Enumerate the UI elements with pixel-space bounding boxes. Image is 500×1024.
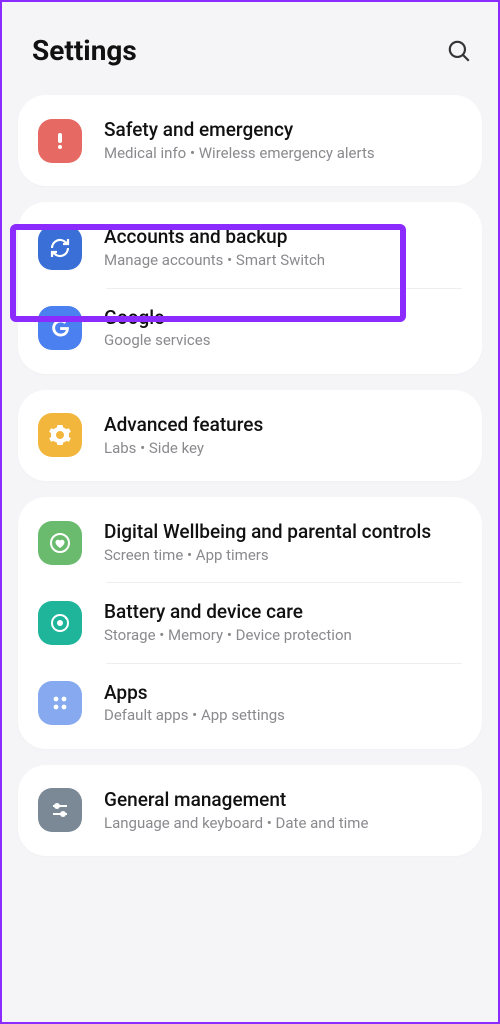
settings-item-apps[interactable]: AppsDefault apps • App settings (18, 664, 482, 743)
settings-item-subtitle: Screen time • App timers (104, 546, 462, 566)
settings-item-general[interactable]: General managementLanguage and keyboard … (18, 771, 482, 850)
gear-icon (38, 413, 82, 457)
settings-item-subtitle: Language and keyboard • Date and time (104, 814, 462, 834)
heart-icon (38, 521, 82, 565)
settings-item-title: Digital Wellbeing and parental controls (104, 520, 462, 544)
header: Settings (18, 24, 482, 95)
settings-item-subtitle: Manage accounts • Smart Switch (104, 251, 462, 271)
settings-item-title: Google (104, 306, 462, 330)
page-title: Settings (32, 34, 137, 67)
settings-item-title: Advanced features (104, 413, 462, 437)
settings-item-texts: AppsDefault apps • App settings (104, 681, 462, 726)
settings-item-google[interactable]: GoogleGoogle services (18, 289, 482, 368)
care-icon (38, 601, 82, 645)
settings-item-subtitle: Default apps • App settings (104, 706, 462, 726)
settings-item-texts: Digital Wellbeing and parental controlsS… (104, 520, 462, 565)
settings-item-battery[interactable]: Battery and device careStorage • Memory … (18, 583, 482, 662)
settings-list: Safety and emergencyMedical info • Wirel… (18, 95, 482, 856)
settings-item-title: Battery and device care (104, 600, 462, 624)
settings-item-texts: Accounts and backupManage accounts • Sma… (104, 225, 462, 270)
settings-item-texts: GoogleGoogle services (104, 306, 462, 351)
sync-icon (38, 226, 82, 270)
settings-item-texts: General managementLanguage and keyboard … (104, 788, 462, 833)
settings-item-title: Apps (104, 681, 462, 705)
settings-group: Digital Wellbeing and parental controlsS… (18, 497, 482, 749)
settings-item-wellbeing[interactable]: Digital Wellbeing and parental controlsS… (18, 503, 482, 582)
settings-item-subtitle: Medical info • Wireless emergency alerts (104, 144, 462, 164)
settings-item-safety[interactable]: Safety and emergencyMedical info • Wirel… (18, 101, 482, 180)
settings-item-title: Accounts and backup (104, 225, 462, 249)
settings-item-subtitle: Storage • Memory • Device protection (104, 626, 462, 646)
settings-item-texts: Advanced featuresLabs • Side key (104, 413, 462, 458)
settings-item-texts: Safety and emergencyMedical info • Wirel… (104, 118, 462, 163)
apps-icon (38, 681, 82, 725)
settings-item-subtitle: Labs • Side key (104, 439, 462, 459)
settings-group: Safety and emergencyMedical info • Wirel… (18, 95, 482, 186)
google-icon (38, 306, 82, 350)
settings-item-advanced[interactable]: Advanced featuresLabs • Side key (18, 396, 482, 475)
settings-item-texts: Battery and device careStorage • Memory … (104, 600, 462, 645)
settings-item-title: General management (104, 788, 462, 812)
settings-item-subtitle: Google services (104, 331, 462, 351)
sliders-icon (38, 788, 82, 832)
settings-group: Accounts and backupManage accounts • Sma… (18, 202, 482, 374)
settings-group: General managementLanguage and keyboard … (18, 765, 482, 856)
search-icon[interactable] (446, 38, 472, 64)
settings-item-accounts[interactable]: Accounts and backupManage accounts • Sma… (18, 208, 482, 287)
settings-item-title: Safety and emergency (104, 118, 462, 142)
alert-icon (38, 119, 82, 163)
settings-group: Advanced featuresLabs • Side key (18, 390, 482, 481)
